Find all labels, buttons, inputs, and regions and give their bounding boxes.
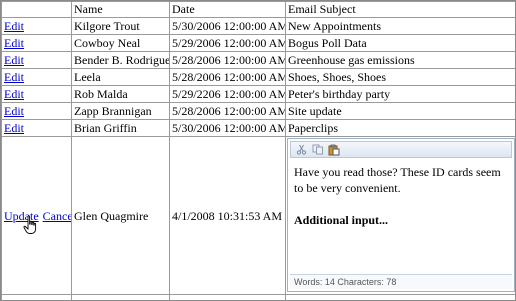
table-row: Edit Zapp Brannigan 5/28/2006 12:00:00 A…: [1, 102, 515, 120]
edit-link[interactable]: Edit: [4, 70, 24, 84]
name-cell: Cowboy Neal: [71, 34, 170, 52]
header-actions: [1, 1, 72, 18]
edit-name-cell: Glen Quagmire: [71, 136, 170, 295]
editor-content[interactable]: Have you read those? These ID cards seem…: [288, 158, 514, 228]
subject-cell: New Appointments: [285, 17, 515, 35]
edit-link[interactable]: Edit: [4, 87, 24, 101]
name-cell: Kilgore Trout: [71, 17, 170, 35]
date-cell: 5/28/2006 12:00:00 AM: [169, 102, 286, 120]
header-date: Date: [169, 1, 286, 18]
edit-link[interactable]: Edit: [4, 104, 24, 118]
edit-row: UpdateCancel Glen Quagmire 4/1/2008 10:3…: [1, 136, 515, 295]
edit-link[interactable]: Edit: [4, 53, 24, 67]
editor-status: Words: 14 Characters: 78: [290, 274, 512, 289]
date-cell: 5/30/2006 12:00:00 AM: [169, 17, 286, 35]
subject-cell: Shoes, Shoes, Shoes: [285, 68, 515, 86]
editor-toolbar: [290, 141, 512, 158]
action-cell: Edit: [1, 102, 72, 120]
action-cell: Edit: [1, 119, 72, 137]
date-cell: 5/29/2006 12:00:00 AM: [169, 34, 286, 52]
hand-pointer-icon: [23, 215, 37, 235]
table-row: Edit Kilgore Trout 5/30/2006 12:00:00 AM…: [1, 17, 515, 35]
name-cell: Leela: [71, 68, 170, 86]
action-cell: Edit: [1, 34, 72, 52]
subject-cell: Bogus Poll Data: [285, 34, 515, 52]
subject-cell: Paperclips: [285, 119, 515, 137]
date-cell: 5/30/2006 12:00:00 AM: [169, 119, 286, 137]
date-cell: 5/29/2206 12:00:00 AM: [169, 85, 286, 103]
edit-link[interactable]: Edit: [4, 19, 24, 33]
cancel-link[interactable]: Cancel: [43, 209, 71, 223]
subject-cell: Site update: [285, 102, 515, 120]
header-row: Name Date Email Subject: [1, 1, 515, 18]
cut-icon[interactable]: [295, 144, 308, 155]
subject-cell: Peter's birthday party: [285, 85, 515, 103]
edit-link[interactable]: Edit: [4, 121, 24, 135]
table-row: Edit Cowboy Neal 5/29/2006 12:00:00 AM B…: [1, 34, 515, 52]
name-cell: Bender B. Rodriguez: [71, 51, 170, 69]
name-cell: Rob Malda: [71, 85, 170, 103]
action-cell: Edit: [1, 17, 72, 35]
empty-row: [1, 294, 515, 300]
date-cell: 5/28/2006 12:00:00 AM: [169, 68, 286, 86]
name-cell: Zapp Brannigan: [71, 102, 170, 120]
edit-date-cell: 4/1/2008 10:31:53 AM: [169, 136, 286, 295]
table-row: Edit Rob Malda 5/29/2206 12:00:00 AM Pet…: [1, 85, 515, 103]
email-grid: Name Date Email Subject Edit Kilgore Tro…: [1, 1, 515, 300]
table-row: Edit Leela 5/28/2006 12:00:00 AM Shoes, …: [1, 68, 515, 86]
name-cell: Brian Griffin: [71, 119, 170, 137]
edit-link[interactable]: Edit: [4, 36, 24, 50]
date-cell: 5/28/2006 12:00:00 AM: [169, 51, 286, 69]
action-cell: Edit: [1, 51, 72, 69]
edit-subject-cell: Have you read those? These ID cards seem…: [285, 136, 515, 295]
header-subject: Email Subject: [285, 1, 515, 18]
header-name: Name: [71, 1, 170, 18]
subject-cell: Greenhouse gas emissions: [285, 51, 515, 69]
grid-frame: Name Date Email Subject Edit Kilgore Tro…: [0, 0, 516, 301]
rich-text-editor[interactable]: Have you read those? These ID cards seem…: [287, 138, 515, 292]
editor-paragraph: Have you read those? These ID cards seem…: [294, 165, 501, 195]
table-row: Edit Brian Griffin 5/30/2006 12:00:00 AM…: [1, 119, 515, 137]
table-row: Edit Bender B. Rodriguez 5/28/2006 12:00…: [1, 51, 515, 69]
copy-icon[interactable]: [311, 144, 324, 155]
paste-icon[interactable]: [327, 144, 340, 155]
action-cell: Edit: [1, 68, 72, 86]
action-cell: Edit: [1, 85, 72, 103]
editor-bold-text: Additional input...: [294, 213, 389, 227]
